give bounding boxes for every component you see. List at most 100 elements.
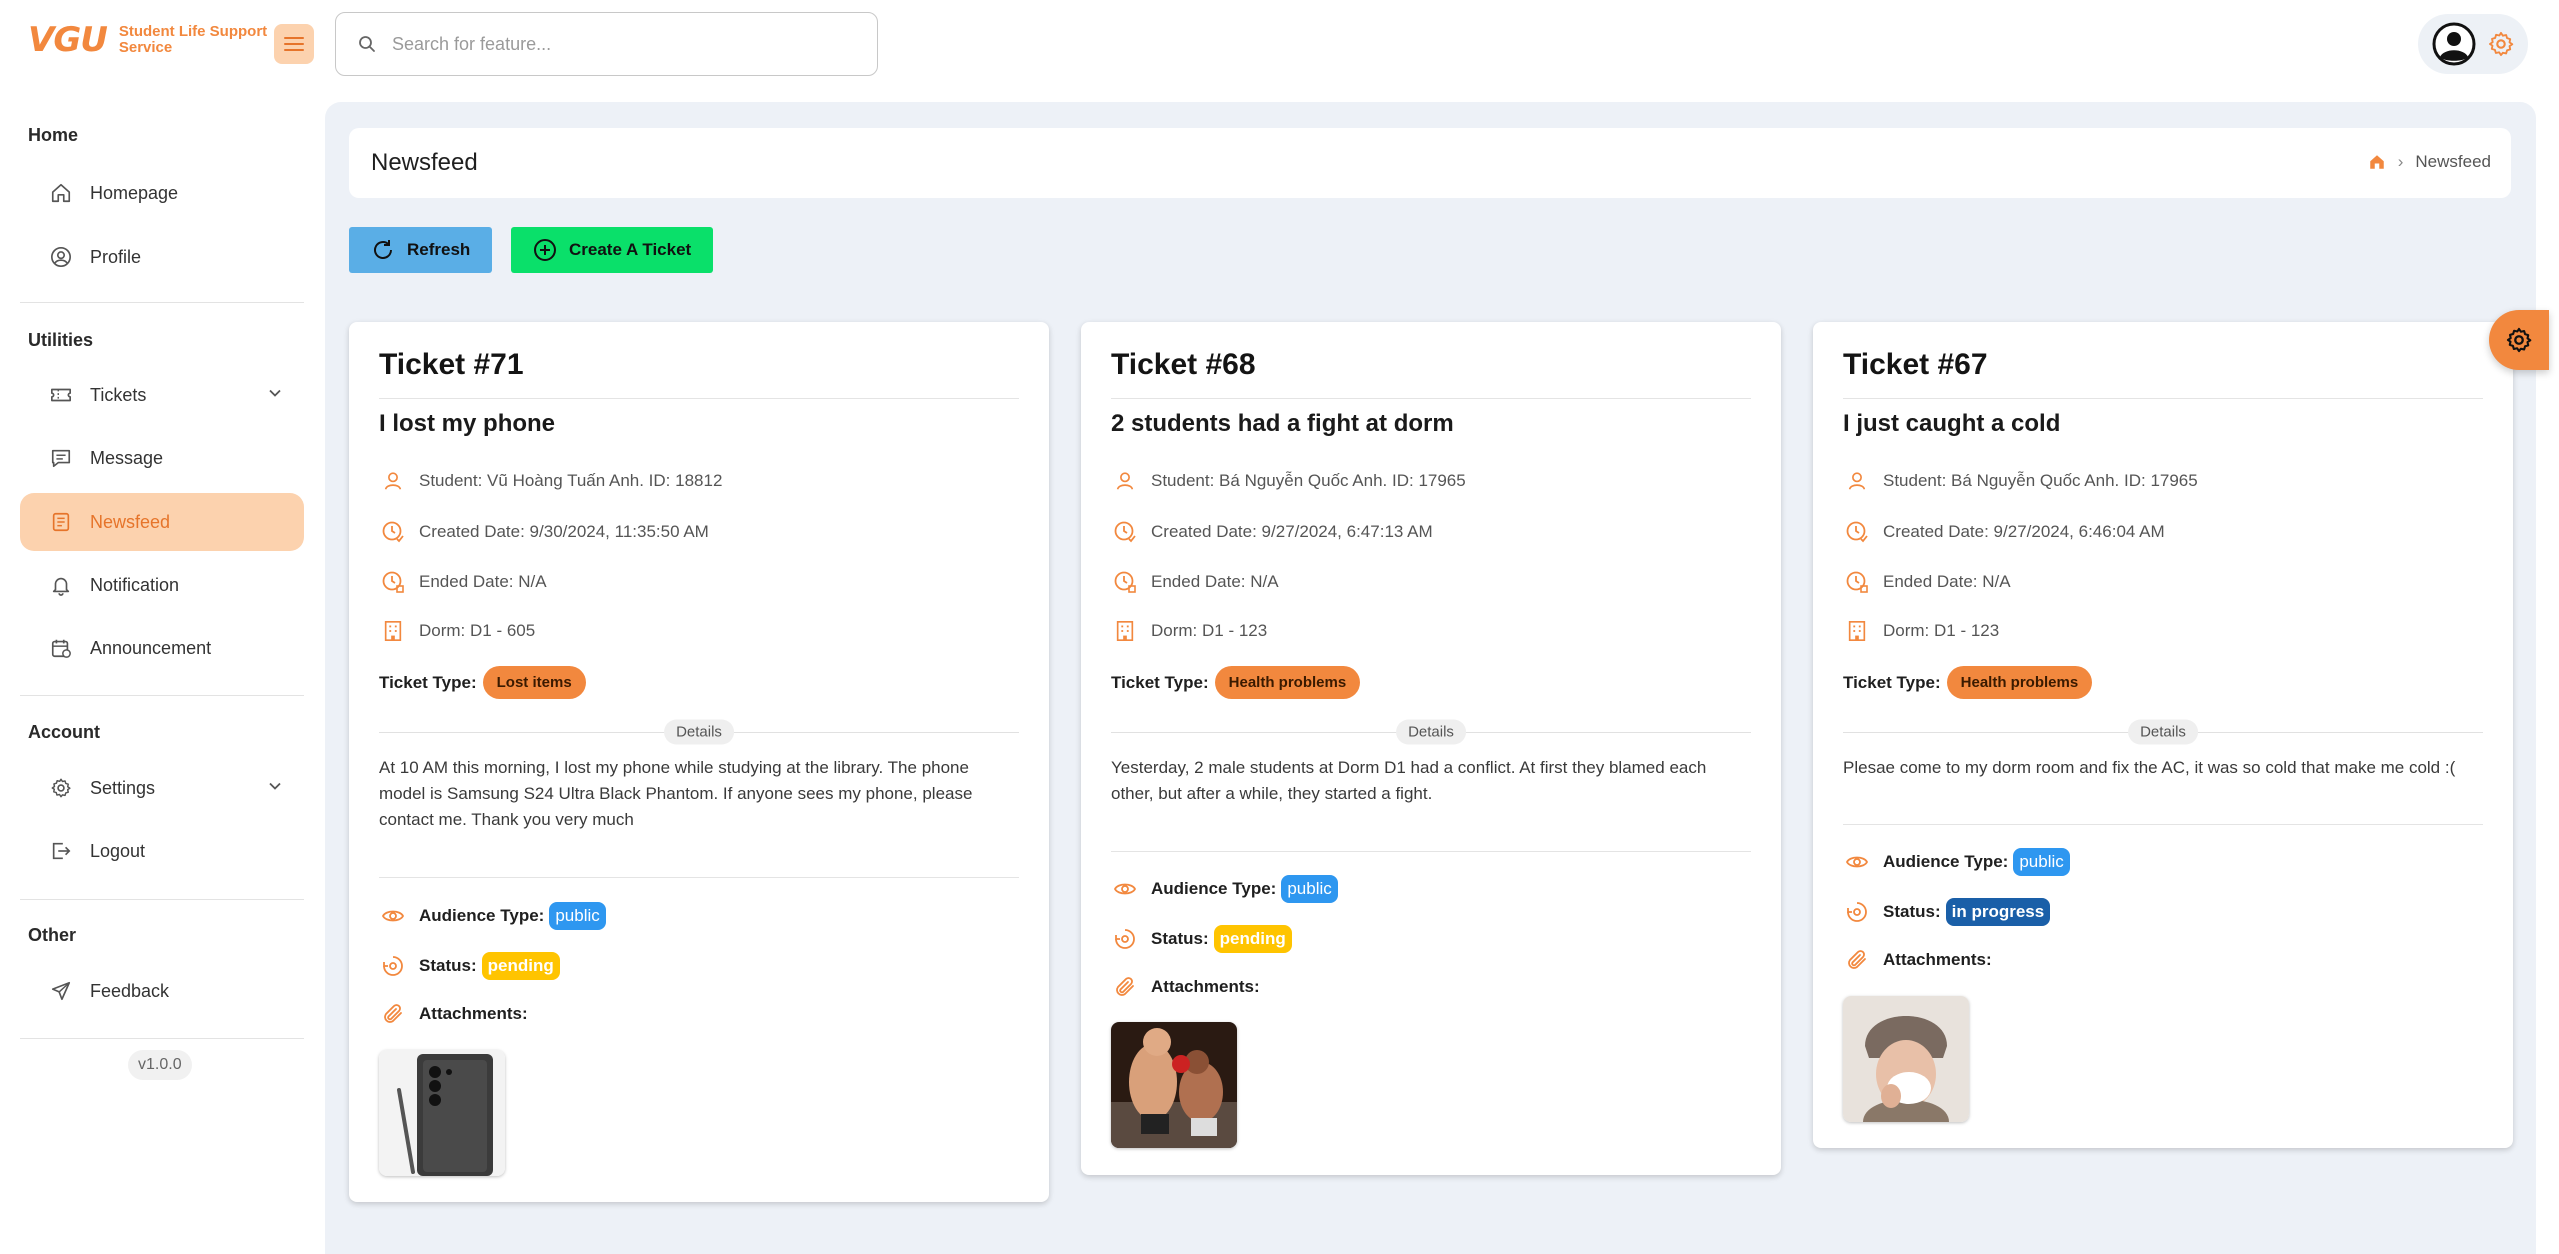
- ticket-type-label: Ticket Type:: [1111, 672, 1209, 692]
- audience-label: Audience Type:: [419, 906, 545, 925]
- attachments-row: Attachments:: [379, 1002, 528, 1026]
- message-icon: [51, 449, 71, 468]
- audience-label: Audience Type:: [1883, 852, 2009, 871]
- ticket-type-tag: Health problems: [1946, 666, 2093, 699]
- page-title: Newsfeed: [371, 149, 478, 176]
- floating-settings-button[interactable]: [2489, 310, 2549, 370]
- ticket-title: I lost my phone: [379, 410, 556, 437]
- home-icon: [51, 183, 71, 203]
- app-logo[interactable]: VGU Student Life Support Service: [28, 20, 267, 60]
- create-ticket-button[interactable]: Create A Ticket: [511, 227, 714, 273]
- chevron-down-icon: [269, 782, 281, 790]
- created-date-text: Created Date: 9/30/2024, 11:35:50 AM: [419, 522, 709, 541]
- details-label: Details: [2128, 719, 2198, 745]
- sidebar-item-tickets[interactable]: Tickets: [20, 366, 304, 424]
- sidebar-item-logout[interactable]: Logout: [20, 822, 304, 880]
- sidebar-item-feedback[interactable]: Feedback: [20, 962, 304, 1020]
- sidebar-item-label: Announcement: [90, 637, 212, 658]
- send-icon: [51, 981, 71, 1001]
- gear-icon[interactable]: [2487, 30, 2515, 58]
- audience-badge: public: [1281, 875, 1338, 903]
- dorm-row: Dorm: D1 - 605: [379, 620, 535, 642]
- breadcrumb: › Newsfeed: [2368, 152, 2491, 172]
- card-divider: [1843, 824, 2483, 825]
- student-text: Student: Bá Nguyễn Quốc Anh. ID: 17965: [1151, 471, 1466, 490]
- home-icon[interactable]: [2368, 153, 2386, 171]
- status-icon: [1847, 902, 1867, 922]
- hamburger-icon: [284, 37, 304, 51]
- eye-icon: [381, 910, 405, 922]
- created-date-row: Created Date: 9/27/2024, 6:46:04 AM: [1843, 520, 2165, 544]
- status-row: Status: in progress: [1843, 898, 2051, 926]
- refresh-icon: [374, 240, 392, 259]
- sidebar-item-message[interactable]: Message: [20, 429, 304, 487]
- building-icon: [1848, 621, 1866, 641]
- building-icon: [1116, 621, 1134, 641]
- audience-row: Audience Type: public: [1843, 848, 2070, 876]
- search-input[interactable]: [392, 33, 832, 55]
- ticket-title: 2 students had a fight at dorm: [1111, 410, 1454, 437]
- ticket-type-tag: Lost items: [482, 666, 586, 699]
- audience-badge: public: [549, 902, 606, 930]
- sidebar-item-announcement[interactable]: Announcement: [20, 619, 304, 677]
- attachment-thumbnail-fight[interactable]: [1111, 1022, 1237, 1148]
- status-badge: in progress: [1945, 898, 2051, 926]
- paperclip-icon: [1848, 950, 1866, 969]
- chevron-right-icon: ›: [2397, 152, 2404, 171]
- attachment-thumbnail-phone[interactable]: [379, 1050, 505, 1176]
- gear-icon: [2506, 327, 2532, 353]
- user-icon: [1116, 472, 1134, 490]
- ticket-card[interactable]: Ticket #67 I just caught a cold Student:…: [1813, 322, 2513, 1148]
- status-label: Status:: [1883, 902, 1941, 921]
- sidebar-item-settings[interactable]: Settings: [20, 759, 304, 817]
- section-title-home: Home: [28, 125, 79, 145]
- ticket-card[interactable]: Ticket #68 2 students had a fight at dor…: [1081, 322, 1781, 1175]
- ended-date-text: Ended Date: N/A: [1151, 572, 1279, 591]
- sidebar-item-newsfeed[interactable]: Newsfeed: [20, 493, 304, 551]
- logout-icon: [52, 842, 71, 860]
- attachments-row: Attachments:: [1843, 948, 1992, 972]
- ended-date-text: Ended Date: N/A: [1883, 572, 2011, 591]
- building-icon: [384, 621, 402, 641]
- status-row: Status: pending: [1111, 925, 1292, 953]
- search-icon: [359, 36, 375, 52]
- ticket-type-row: Ticket Type: Lost items: [379, 666, 586, 699]
- user-circle-icon: [51, 247, 71, 267]
- attachment-thumbnail-cold[interactable]: [1843, 996, 1969, 1122]
- status-icon: [383, 956, 403, 976]
- sidebar-item-label: Settings: [90, 777, 156, 798]
- clock-icon: [1114, 521, 1136, 543]
- top-bar: VGU Student Life Support Service: [0, 0, 2559, 90]
- sidebar-item-label: Tickets: [90, 384, 147, 405]
- sidebar-item-label: Notification: [90, 574, 180, 595]
- details-divider: Details: [1843, 719, 2483, 745]
- status-badge: pending: [481, 952, 560, 980]
- ticket-card[interactable]: Ticket #71 I lost my phone Student: Vũ H…: [349, 322, 1049, 1202]
- audience-row: Audience Type: public: [1111, 875, 1338, 903]
- paperclip-icon: [384, 1004, 402, 1023]
- ticket-type-tag: Health problems: [1214, 666, 1361, 699]
- menu-toggle-button[interactable]: [274, 24, 314, 64]
- section-title-account: Account: [28, 722, 100, 742]
- ended-date-row: Ended Date: N/A: [379, 570, 547, 594]
- refresh-button[interactable]: Refresh: [349, 227, 493, 273]
- dorm-row: Dorm: D1 - 123: [1111, 620, 1267, 642]
- created-date-text: Created Date: 9/27/2024, 6:46:04 AM: [1883, 522, 2165, 541]
- status-label: Status:: [419, 956, 477, 975]
- sidebar-item-profile[interactable]: Profile: [20, 228, 304, 286]
- fight-image: [1111, 1022, 1237, 1148]
- user-icon: [1848, 472, 1866, 490]
- status-row: Status: pending: [379, 952, 560, 980]
- newsfeed-icon: [52, 512, 70, 532]
- logo-text: Student Life Support Service: [119, 24, 267, 56]
- audience-label: Audience Type:: [1151, 879, 1277, 898]
- card-divider: [379, 398, 1019, 399]
- sidebar-item-label: Message: [90, 447, 164, 468]
- ended-date-text: Ended Date: N/A: [419, 572, 547, 591]
- logo-text-line2: Service: [118, 39, 173, 56]
- ticket-description: Yesterday, 2 male students at Dorm D1 ha…: [1111, 758, 1707, 803]
- sidebar-item-homepage[interactable]: Homepage: [20, 164, 304, 222]
- avatar-icon[interactable]: [2432, 22, 2476, 66]
- sidebar-item-notification[interactable]: Notification: [20, 556, 304, 614]
- ticket-number: Ticket #68: [1111, 348, 1256, 381]
